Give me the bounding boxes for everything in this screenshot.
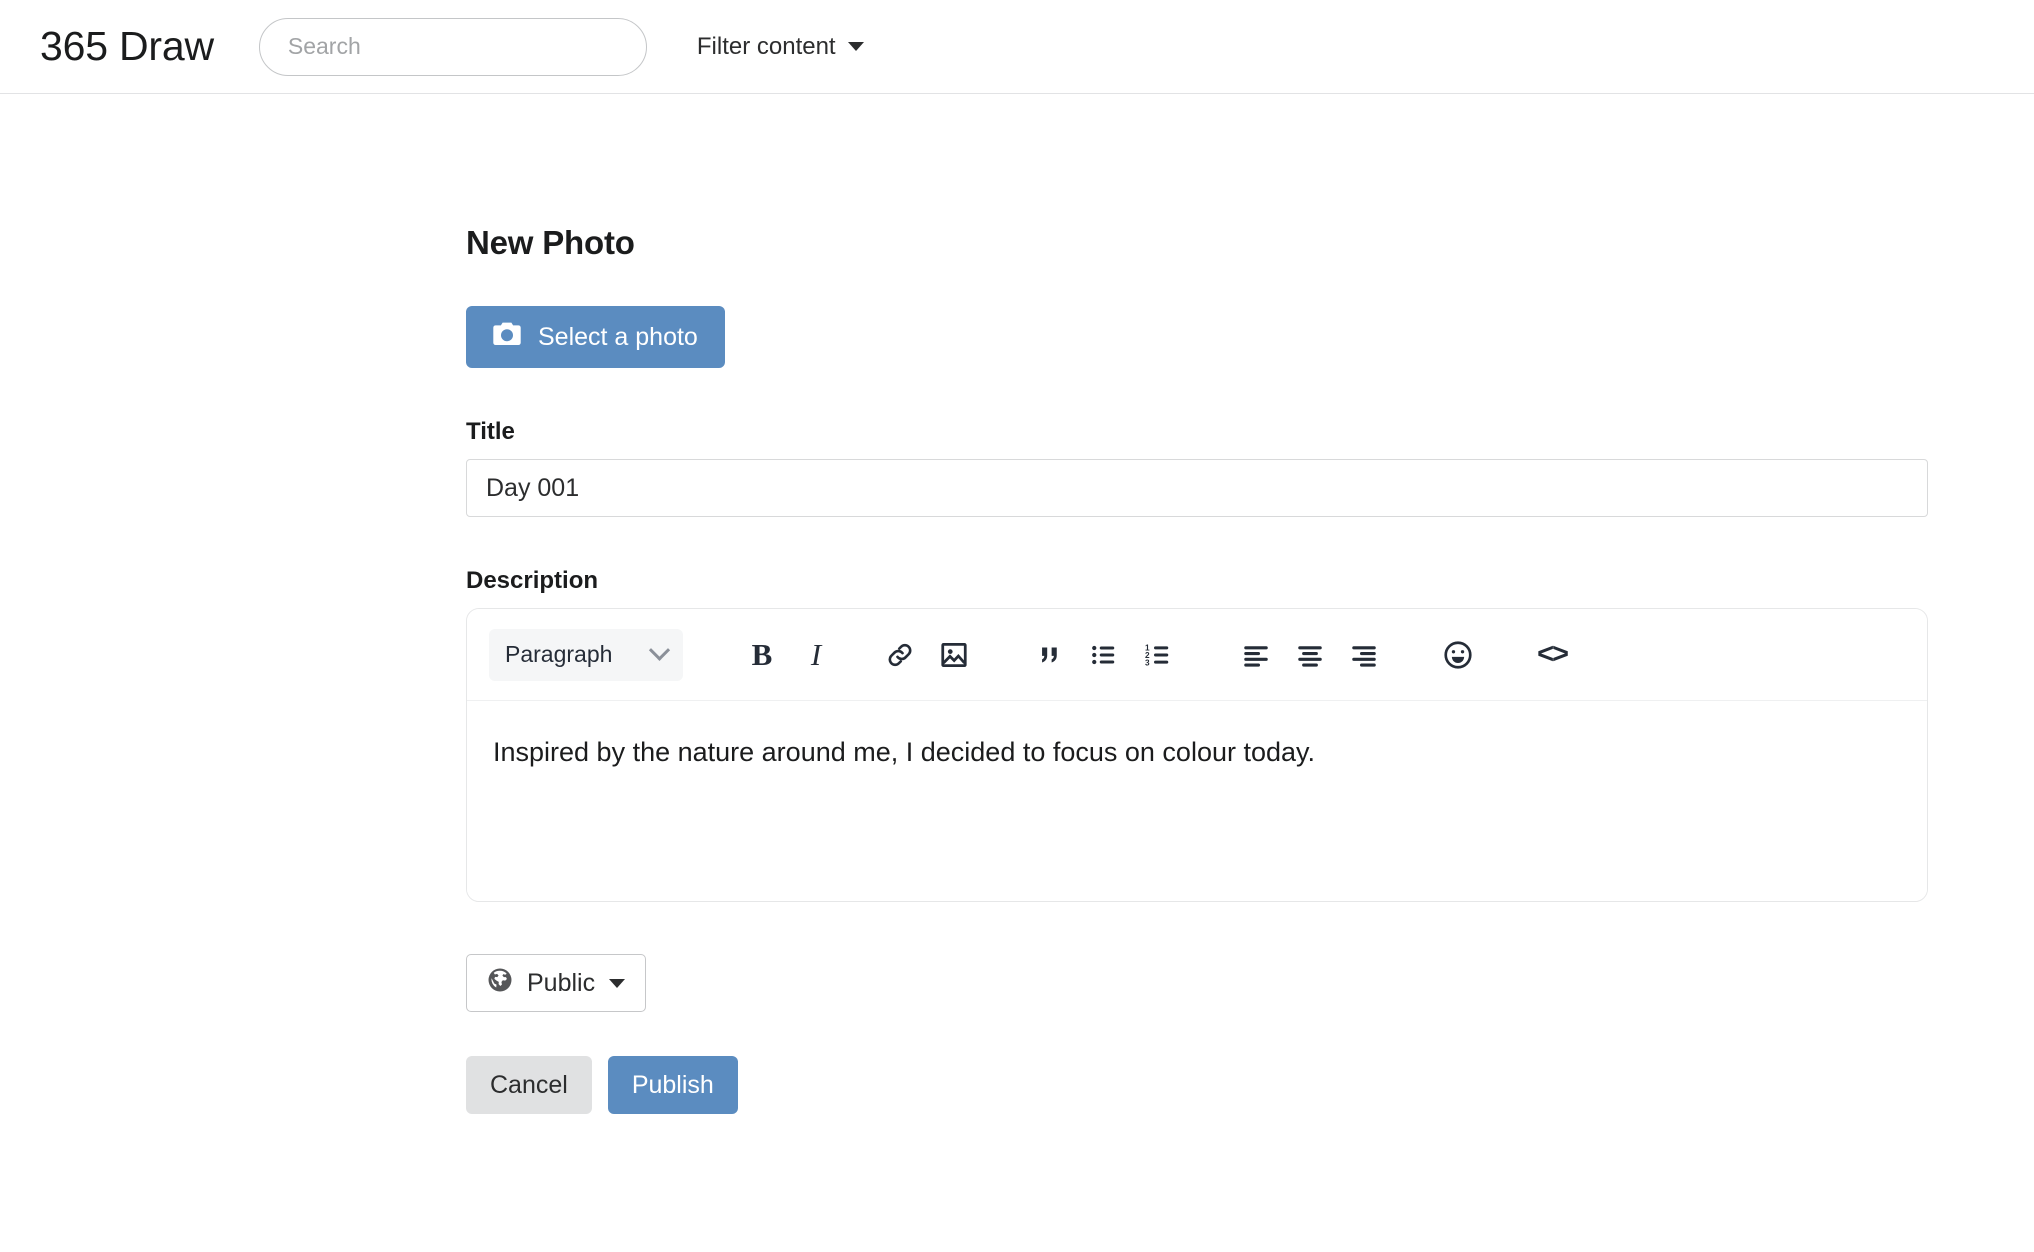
bold-button[interactable]: B — [735, 628, 789, 682]
code-button[interactable]: <> — [1525, 628, 1579, 682]
quote-icon — [1036, 641, 1064, 669]
numbered-list-icon: 1 2 3 — [1143, 640, 1173, 670]
filter-content-label: Filter content — [696, 32, 836, 60]
editor-toolbar: Paragraph B I 1 2 3 <> — [467, 609, 1927, 701]
italic-button[interactable]: I — [789, 628, 843, 682]
numbered-list-button[interactable]: 1 2 3 — [1131, 628, 1185, 682]
publish-button[interactable]: Publish — [607, 1056, 738, 1114]
search-input[interactable] — [258, 17, 647, 76]
image-button[interactable] — [927, 628, 981, 682]
page-content: New Photo Select a photo Title Descripti… — [0, 94, 2034, 1114]
blockquote-button[interactable] — [1023, 628, 1077, 682]
top-header-bar: 365 Draw Filter content — [0, 0, 2034, 94]
smiley-icon — [1442, 639, 1474, 671]
globe-icon — [487, 967, 513, 1000]
link-icon — [885, 640, 915, 670]
align-center-icon — [1295, 640, 1325, 670]
align-left-button[interactable] — [1229, 628, 1283, 682]
emoji-button[interactable] — [1431, 628, 1485, 682]
block-format-value: Paragraph — [505, 641, 613, 667]
align-left-icon — [1241, 640, 1271, 670]
bullet-list-button[interactable] — [1077, 628, 1131, 682]
visibility-dropdown[interactable]: Public — [466, 954, 647, 1012]
form-actions: Cancel Publish — [466, 1056, 1928, 1114]
camera-icon — [493, 322, 521, 353]
description-field-label: Description — [466, 567, 599, 594]
svg-text:3: 3 — [1145, 658, 1150, 667]
select-a-photo-label: Select a photo — [538, 322, 698, 351]
block-format-select[interactable]: Paragraph — [489, 628, 683, 681]
description-rich-text-editor: Paragraph B I 1 2 3 <> Inspired by the n… — [466, 608, 1928, 902]
image-icon — [939, 640, 969, 670]
chevron-down-icon — [648, 639, 671, 661]
select-a-photo-button[interactable]: Select a photo — [466, 306, 725, 368]
chevron-down-icon — [609, 978, 626, 988]
title-input[interactable] — [466, 459, 1928, 517]
title-field-label: Title — [466, 418, 515, 445]
align-right-icon — [1349, 640, 1379, 670]
app-brand-logo[interactable]: 365 Draw — [40, 23, 214, 70]
filter-content-dropdown[interactable]: Filter content — [697, 33, 864, 61]
cancel-button[interactable]: Cancel — [466, 1056, 592, 1114]
bullet-list-icon — [1089, 640, 1119, 670]
link-button[interactable] — [873, 628, 927, 682]
new-photo-form: New Photo Select a photo Title Descripti… — [466, 224, 1928, 1114]
page-title: New Photo — [466, 224, 635, 261]
description-editor-body[interactable]: Inspired by the nature around me, I deci… — [467, 701, 1927, 901]
visibility-label: Public — [527, 968, 596, 997]
align-right-button[interactable] — [1337, 628, 1391, 682]
chevron-down-icon — [847, 42, 864, 51]
align-center-button[interactable] — [1283, 628, 1337, 682]
